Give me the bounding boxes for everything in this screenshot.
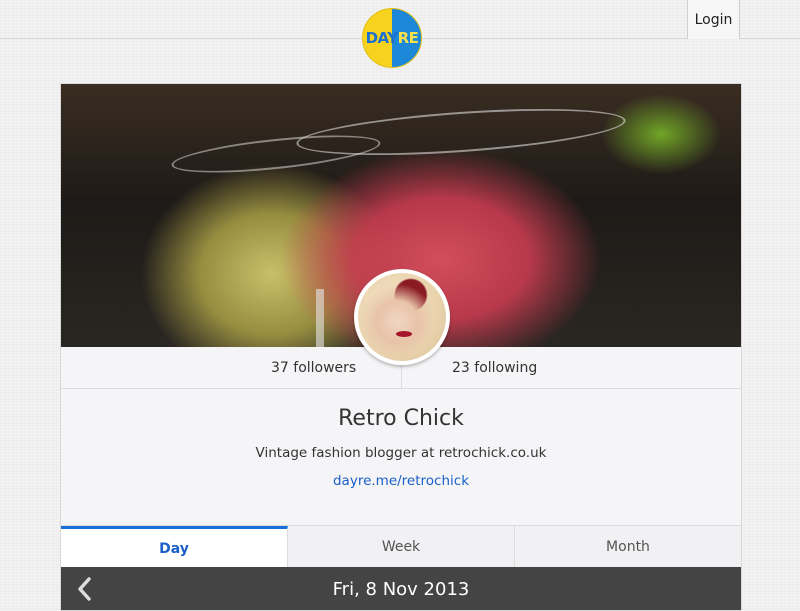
followers-count[interactable]: 37 followers [271,347,356,389]
cover-glass-stem [316,289,324,349]
date-bar: Fri, 8 Nov 2013 [61,567,741,610]
dayre-logo[interactable]: DAYRE [362,8,422,68]
logo-text: DAYRE [366,29,419,47]
login-button[interactable]: Login [687,0,740,39]
profile-name: Retro Chick [338,406,464,431]
current-date: Fri, 8 Nov 2013 [332,579,470,600]
profile-card: 37 followers 23 following Retro Chick Vi… [60,83,742,611]
tab-month[interactable]: Month [515,526,741,568]
tab-day[interactable]: Day [61,526,288,568]
period-tabs: Day Week Month [61,525,741,568]
cover-glass-rim-right [295,100,627,164]
avatar[interactable] [354,269,450,365]
profile-bio: Vintage fashion blogger at retrochick.co… [255,445,547,461]
logo-text-day: DAY [365,29,399,47]
avatar-detail [396,331,412,337]
tab-week[interactable]: Week [288,526,515,568]
logo-text-re: RE [397,29,419,47]
profile-link[interactable]: dayre.me/retrochick [61,473,741,489]
top-bar: DAYRE Login [0,0,800,68]
following-count[interactable]: 23 following [452,347,537,389]
